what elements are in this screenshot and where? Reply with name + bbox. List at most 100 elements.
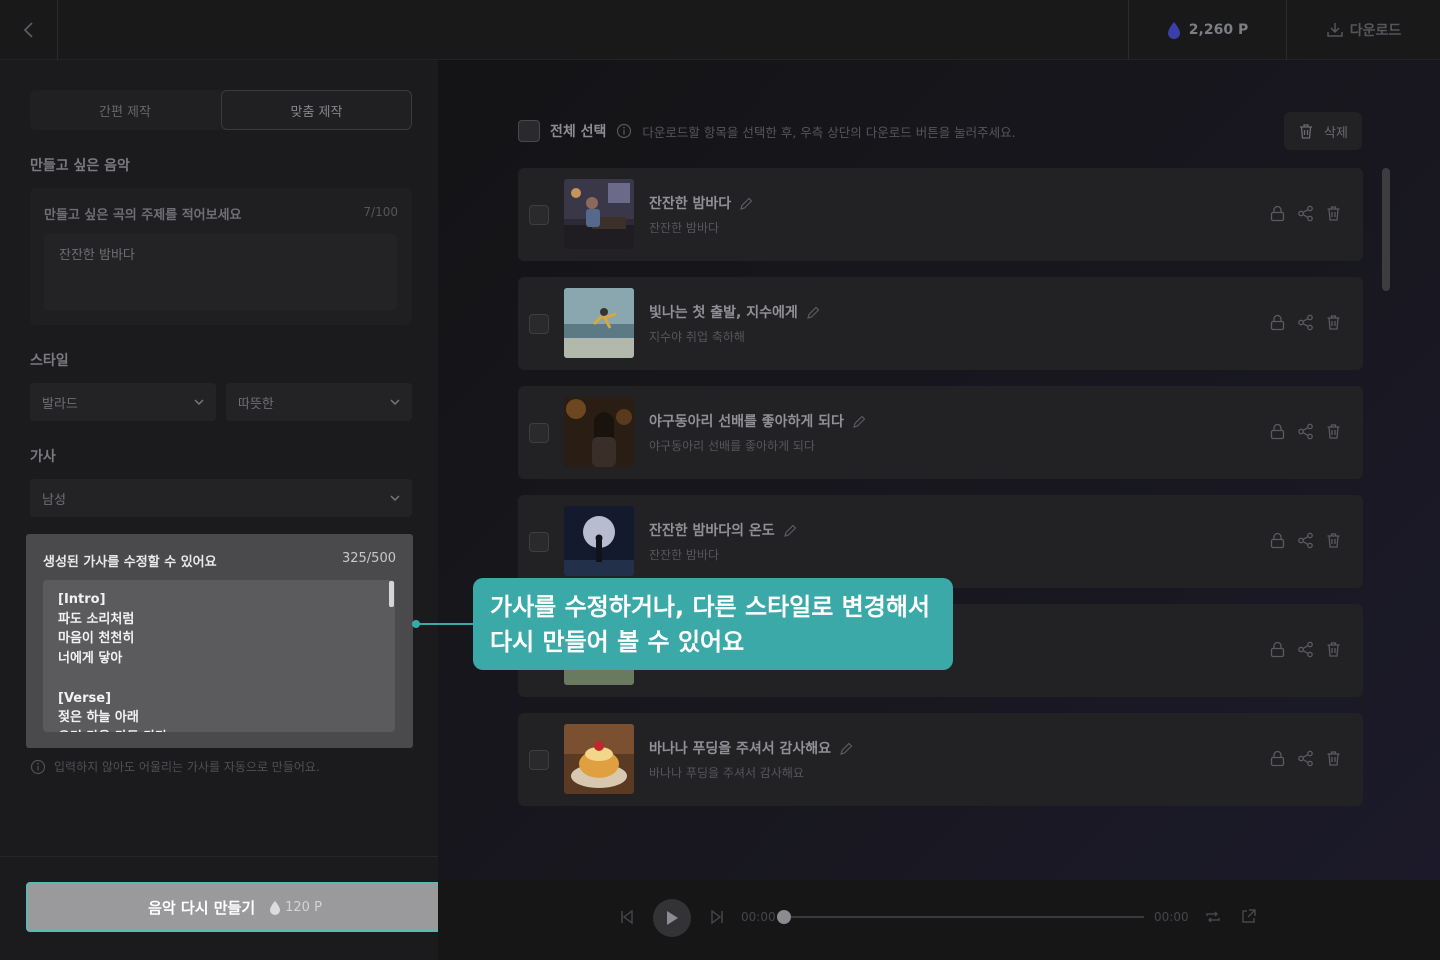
chevron-down-icon (194, 399, 204, 405)
song-card[interactable]: 잔잔한 밤바다의 온도 잔잔한 밤바다 (518, 495, 1363, 588)
mood-select[interactable]: 따뜻한 (226, 383, 412, 421)
lyrics-textarea[interactable]: [Intro] 파도 소리처럼 마음이 천천히 너에게 닿아 [Verse] 젖… (43, 580, 395, 732)
info-icon (30, 759, 46, 775)
share-icon[interactable] (1297, 641, 1314, 658)
lock-icon[interactable] (1269, 205, 1286, 222)
progress-track[interactable] (784, 916, 1144, 918)
hint-text: 입력하지 않아도 어울리는 가사를 자동으로 만들어요. (54, 760, 320, 774)
song-title: 야구동아리 선배를 좋아하게 되다 (649, 411, 867, 431)
prev-icon[interactable] (619, 909, 635, 925)
song-thumbnail (564, 506, 634, 576)
song-actions (1269, 641, 1342, 658)
song-checkbox[interactable] (529, 532, 549, 552)
total-time: 00:00 (1154, 910, 1189, 924)
export-icon[interactable] (1240, 908, 1257, 925)
back-button[interactable] (0, 0, 58, 60)
song-checkbox[interactable] (529, 423, 549, 443)
next-icon[interactable] (709, 909, 725, 925)
song-subtitle: 야구동아리 선배를 좋아하게 되다 (649, 439, 816, 453)
edit-icon[interactable] (739, 196, 754, 211)
play-icon (665, 910, 679, 926)
song-checkbox[interactable] (529, 205, 549, 225)
lock-icon[interactable] (1269, 314, 1286, 331)
share-icon[interactable] (1297, 205, 1314, 222)
song-card[interactable]: 잔잔한 밤바다 잔잔한 밤바다 (518, 168, 1363, 261)
regenerate-cost-value: 120 P (285, 899, 322, 915)
song-checkbox[interactable] (529, 314, 549, 334)
lock-icon[interactable] (1269, 423, 1286, 440)
song-card[interactable]: 야구동아리 선배를 좋아하게 되다 야구동아리 선배를 좋아하게 되다 (518, 386, 1363, 479)
audio-player (438, 880, 1440, 960)
regenerate-cost: 120 P (269, 900, 322, 915)
select-help-text: 다운로드할 항목을 선택한 후, 우측 상단의 다운로드 버튼을 눌러주세요. (642, 124, 1016, 140)
share-icon[interactable] (1297, 750, 1314, 767)
song-actions (1269, 314, 1342, 331)
list-scrollbar[interactable] (1382, 168, 1390, 291)
lyrics-char-count: 325/500 (341, 551, 396, 566)
song-subtitle: 잔잔한 밤바다 (649, 548, 720, 562)
lyrics-scrollbar[interactable] (389, 581, 394, 607)
share-icon[interactable] (1297, 314, 1314, 331)
song-thumbnail (564, 288, 634, 358)
select-all-label: 전체 선택 (550, 124, 607, 140)
trash-icon[interactable] (1325, 532, 1342, 549)
music-section-title: 만들고 싶은 음악 (30, 158, 130, 174)
lyrics-section-title: 가사 (30, 449, 56, 465)
callout-connector (416, 623, 474, 625)
vocal-select[interactable]: 남성 (30, 479, 412, 517)
song-title-text: 야구동아리 선배를 좋아하게 되다 (649, 414, 844, 430)
chevron-down-icon (390, 399, 400, 405)
trash-icon[interactable] (1325, 641, 1342, 658)
current-time: 00:00 (741, 910, 776, 924)
divider (0, 856, 438, 857)
delete-button[interactable]: 삭제 (1284, 112, 1362, 150)
lyrics-editor-title: 생성된 가사를 수정할 수 있어요 (43, 555, 217, 570)
back-icon (22, 21, 36, 39)
song-title-text: 빛나는 첫 출발, 지수에게 (649, 305, 798, 321)
drop-icon (269, 900, 281, 915)
trash-icon[interactable] (1325, 314, 1342, 331)
song-subtitle: 잔잔한 밤바다 (649, 221, 720, 235)
delete-label: 삭제 (1324, 125, 1348, 141)
regenerate-music-button[interactable]: 음악 다시 만들기 120 P (26, 882, 444, 932)
song-subtitle: 지수야 취업 축하해 (649, 330, 745, 344)
song-thumbnail (564, 397, 634, 467)
drop-icon (1167, 21, 1181, 39)
edit-icon[interactable] (852, 414, 867, 429)
edit-icon[interactable] (839, 741, 854, 756)
edit-icon[interactable] (783, 523, 798, 538)
topic-label: 만들고 싶은 곡의 주제를 적어보세요 (44, 208, 242, 223)
mood-value: 따뜻한 (238, 396, 274, 412)
play-button[interactable] (653, 899, 691, 937)
song-actions (1269, 423, 1342, 440)
song-card[interactable]: 바나나 푸딩을 주셔서 감사해요 바나나 푸딩을 주셔서 감사해요 (518, 713, 1363, 806)
tab-simple[interactable]: 간편 제작 (30, 90, 220, 130)
song-checkbox[interactable] (529, 750, 549, 770)
trash-icon[interactable] (1325, 750, 1342, 767)
song-title-text: 잔잔한 밤바다의 온도 (649, 523, 775, 539)
progress-knob[interactable] (777, 910, 791, 924)
repeat-icon[interactable] (1205, 909, 1221, 925)
lock-icon[interactable] (1269, 750, 1286, 767)
song-title: 빛나는 첫 출발, 지수에게 (649, 302, 821, 322)
select-all-checkbox[interactable] (518, 120, 540, 142)
download-button[interactable]: 다운로드 (1286, 0, 1440, 60)
genre-value: 발라드 (42, 396, 78, 412)
share-icon[interactable] (1297, 423, 1314, 440)
trash-icon[interactable] (1325, 205, 1342, 222)
song-card[interactable]: 빛나는 첫 출발, 지수에게 지수야 취업 축하해 (518, 277, 1363, 370)
edit-icon[interactable] (806, 305, 821, 320)
lock-icon[interactable] (1269, 532, 1286, 549)
trash-icon[interactable] (1325, 423, 1342, 440)
share-icon[interactable] (1297, 532, 1314, 549)
callout-dot (412, 620, 420, 628)
lyrics-hint: 입력하지 않아도 어울리는 가사를 자동으로 만들어요. (30, 758, 320, 775)
points-value: 2,260 P (1188, 22, 1249, 38)
tutorial-callout: 가사를 수정하거나, 다른 스타일로 변경해서 다시 만들어 볼 수 있어요 (473, 578, 953, 670)
genre-select[interactable]: 발라드 (30, 383, 216, 421)
topic-input[interactable]: 잔잔한 밤바다 (44, 234, 397, 310)
song-title: 잔잔한 밤바다의 온도 (649, 520, 798, 540)
song-actions (1269, 750, 1342, 767)
lock-icon[interactable] (1269, 641, 1286, 658)
tab-custom[interactable]: 맞춤 제작 (221, 90, 412, 130)
